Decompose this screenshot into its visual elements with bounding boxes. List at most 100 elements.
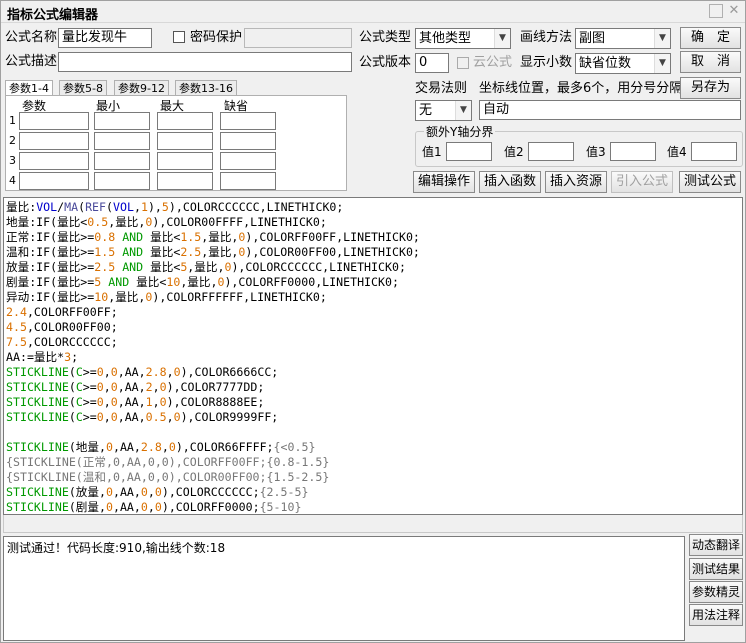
dynamic-translate-button[interactable]: 动态翻译 — [689, 534, 743, 556]
edit-ops-button[interactable]: 编辑操作 — [413, 171, 475, 193]
code-token: AND — [122, 245, 144, 259]
tab-params-9-12[interactable]: 参数9-12 — [114, 80, 169, 96]
insert-resource-button[interactable]: 插入资源 — [545, 171, 607, 193]
code-token: ( — [68, 380, 76, 394]
param-name-input[interactable] — [19, 132, 89, 150]
code-token: ,COLORFF00FF; — [26, 305, 118, 319]
param-max-input[interactable] — [157, 132, 213, 150]
code-token: 0 — [96, 410, 104, 424]
formula-name-input[interactable]: 量比发现牛 — [58, 28, 152, 48]
editor-horizontal-scrollbar[interactable] — [3, 515, 743, 533]
param-min-input[interactable] — [94, 152, 150, 170]
code-token: MA — [64, 200, 79, 214]
insert-function-button[interactable]: 插入函数 — [479, 171, 541, 193]
password-checkbox[interactable] — [173, 31, 185, 43]
y-value-3-input[interactable] — [610, 142, 656, 161]
param-default-input[interactable] — [220, 172, 276, 190]
ok-button[interactable]: 确 定 — [680, 27, 741, 49]
code-token: , — [103, 395, 111, 409]
code-token: 放量:IF(量比>= — [6, 260, 95, 274]
extra-y-axis-label: 额外Y轴分界 — [424, 123, 496, 140]
param-min-input[interactable] — [94, 112, 150, 130]
param-name-input[interactable] — [19, 172, 89, 190]
code-line: 正常:IF(量比>=0.8 AND 量比<1.5,量比,0),COLORFF00… — [6, 230, 740, 245]
param-max-input[interactable] — [157, 112, 213, 130]
y-value-1-input[interactable] — [446, 142, 492, 161]
code-token: ( — [106, 200, 114, 214]
code-token: STICKLINE — [6, 395, 69, 409]
tab-params-13-16[interactable]: 参数13-16 — [175, 80, 237, 96]
password-input[interactable] — [244, 28, 352, 48]
code-line: STICKLINE(C>=0,0,AA,0.5,0),COLOR9999FF; — [6, 410, 740, 425]
param-min-input[interactable] — [94, 172, 150, 190]
code-token: AA:=量比* — [6, 350, 65, 364]
formula-desc-input[interactable] — [58, 52, 352, 72]
code-token: 正常:IF(量比>= — [6, 230, 95, 244]
code-token: ),COLOR00FFFF,LINETHICK0; — [152, 215, 327, 229]
chevron-down-icon: ▼ — [654, 54, 670, 73]
code-token: 0 — [154, 485, 162, 499]
param-panel: 参数 最小 最大 缺省 1 2 3 4 — [5, 95, 347, 191]
formula-version-input[interactable]: 0 — [415, 53, 449, 73]
close-icon[interactable]: ✕ — [727, 4, 741, 18]
code-token: ; — [71, 350, 79, 364]
code-line: 2.4,COLORFF00FF; — [6, 305, 740, 320]
param-wizard-button[interactable]: 参数精灵 — [689, 581, 743, 603]
formula-desc-label: 公式描述 — [5, 54, 58, 69]
param-default-input[interactable] — [220, 112, 276, 130]
code-line: STICKLINE(剧量,0,AA,0,0),COLORFF0000;{5-10… — [6, 500, 740, 514]
y-value-4-input[interactable] — [691, 142, 737, 161]
code-token: ,量比, — [108, 215, 146, 229]
cancel-button[interactable]: 取 消 — [680, 51, 741, 73]
y-value-2-input[interactable] — [528, 142, 574, 161]
coord-line-input[interactable]: 自动 — [479, 100, 741, 120]
code-token: 0 — [159, 395, 167, 409]
code-token: , — [152, 380, 160, 394]
code-token: 2.5 — [180, 245, 202, 259]
y-value-3-label: 值3 — [586, 145, 606, 159]
maximize-icon[interactable]: □ — [709, 4, 723, 18]
code-token: , — [147, 485, 155, 499]
import-formula-button[interactable]: 引入公式 — [611, 171, 673, 193]
formula-version-label: 公式版本 — [359, 55, 412, 70]
y-value-1-label: 值1 — [422, 145, 442, 159]
param-name-input[interactable] — [19, 152, 89, 170]
usage-notes-button[interactable]: 用法注释 — [689, 604, 743, 626]
test-formula-button[interactable]: 测试公式 — [679, 171, 741, 193]
code-token: ( — [68, 410, 76, 424]
trade-rule-select[interactable]: 无 ▼ — [415, 100, 472, 121]
code-token: >= — [82, 365, 97, 379]
code-token: 0 — [159, 380, 167, 394]
code-token: ),COLOR9999FF; — [180, 410, 279, 424]
extra-y-axis-group: 额外Y轴分界 值1 值2 值3 值4 — [415, 123, 743, 167]
code-token: ,AA, — [117, 365, 146, 379]
code-token: >= — [82, 380, 97, 394]
param-min-input[interactable] — [94, 132, 150, 150]
code-token: 量比< — [143, 245, 181, 259]
code-token: 0 — [110, 395, 118, 409]
window-title: 指标公式编辑器 — [7, 8, 99, 23]
code-token: ),COLORCCCCCC; — [161, 485, 260, 499]
code-token: 0 — [105, 485, 113, 499]
decimals-select[interactable]: 缺省位数 ▼ — [575, 53, 671, 74]
param-default-input[interactable] — [220, 152, 276, 170]
output-message: 测试通过！代码长度:910,输出线个数:18 — [7, 541, 226, 555]
param-max-input[interactable] — [157, 152, 213, 170]
draw-method-select[interactable]: 副图 ▼ — [575, 28, 671, 49]
password-label: 密码保护 — [190, 30, 243, 45]
code-token: STICKLINE — [6, 410, 69, 424]
code-token: ,COLOR00FF00; — [26, 320, 118, 334]
test-result-button[interactable]: 测试结果 — [689, 558, 743, 580]
tab-params-5-8[interactable]: 参数5-8 — [59, 80, 107, 96]
code-editor[interactable]: 量比:VOL/MA(REF(VOL,1),5),COLORCCCCCC,LINE… — [3, 197, 743, 515]
param-max-input[interactable] — [157, 172, 213, 190]
formula-type-select[interactable]: 其他类型 ▼ — [415, 28, 511, 49]
cloud-formula-checkbox[interactable] — [457, 57, 469, 69]
code-token: ),COLORFFFFFF,LINETHICK0; — [152, 290, 327, 304]
code-token: ,量比, — [201, 245, 239, 259]
param-default-input[interactable] — [220, 132, 276, 150]
save-as-button[interactable]: 另存为 — [680, 77, 741, 99]
code-token: >= — [82, 395, 97, 409]
param-name-input[interactable] — [19, 112, 89, 130]
code-token: 5 — [161, 200, 169, 214]
